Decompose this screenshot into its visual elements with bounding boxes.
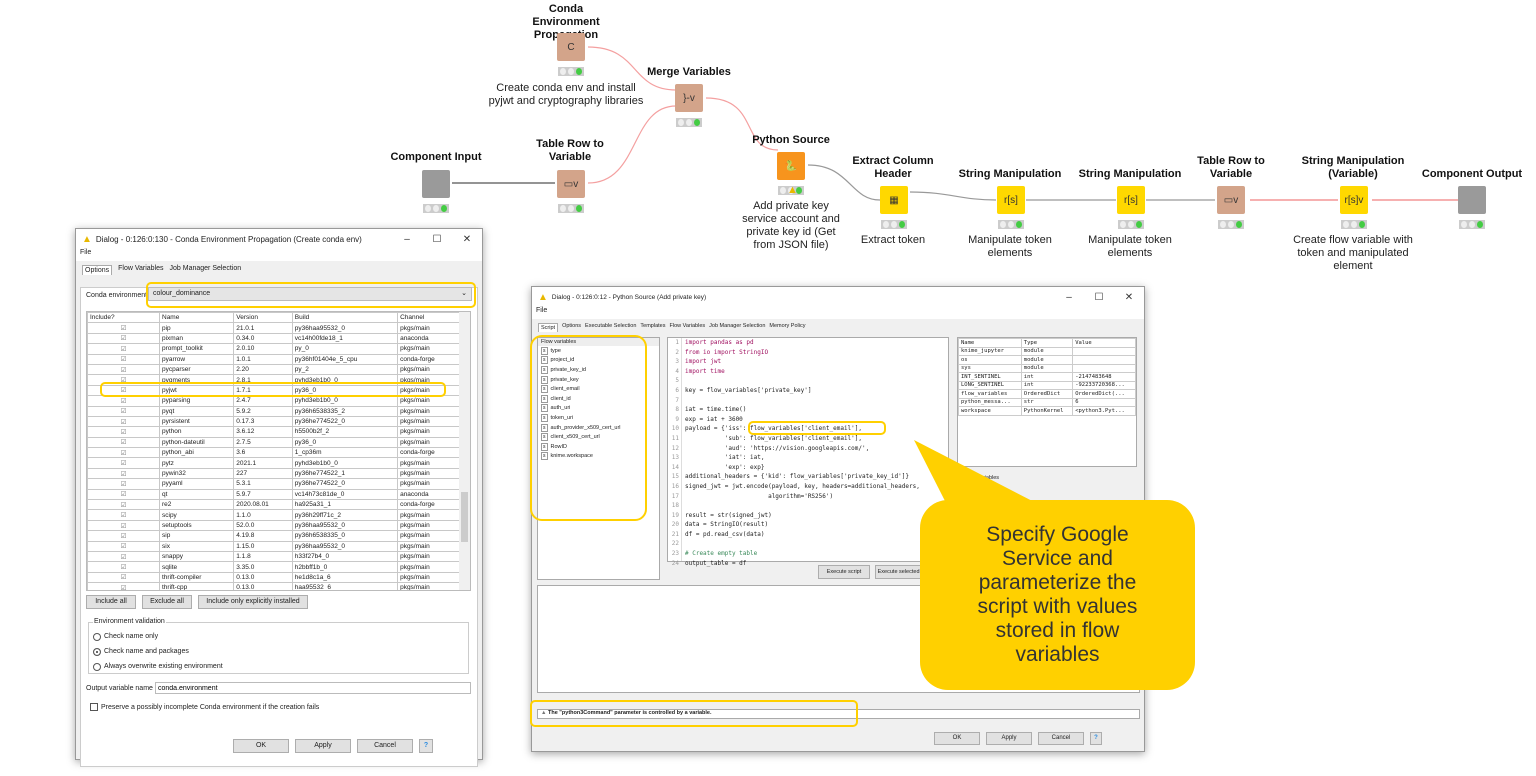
callout-pointer: [914, 440, 1040, 560]
callout: Specify Google Service and parameterize …: [920, 500, 1195, 690]
callout-text: Specify Google Service and parameterize …: [977, 523, 1138, 666]
